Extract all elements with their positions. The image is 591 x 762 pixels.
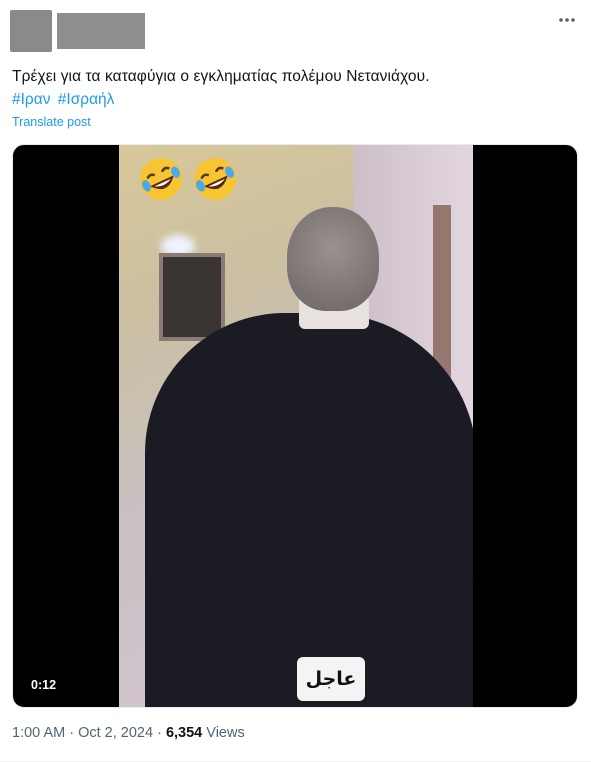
post-text: Τρέχει για τα καταφύγια ο εγκληματίας πο… [12,68,430,85]
caption-badge: عاجل [297,657,365,701]
views-count: 6,354 [165,725,203,741]
post-time[interactable]: 1:00 AM [12,725,65,741]
more-horizontal-icon [559,18,575,22]
rolling-on-floor-laughing-icon [140,158,182,200]
post-hashtags: #Ιραν #Ισραήλ [12,89,117,111]
post-meta: 1:00 AM · Oct 2, 2024 · 6,354 Views [12,725,245,741]
meta-separator: · [153,725,166,741]
author-name-redacted[interactable] [57,13,145,49]
video-player[interactable]: عاجل 0:12 [12,144,578,708]
video-duration: 0:12 [23,675,65,695]
more-options-button[interactable] [557,10,577,30]
rolling-on-floor-laughing-icon [194,158,236,200]
person-arm [405,529,473,707]
hallway-door [159,253,225,341]
emoji-row [137,155,239,203]
views-label: Views [202,725,245,741]
post-date[interactable]: Oct 2, 2024 [78,725,153,741]
hashtag-link[interactable]: #Ισραήλ [58,91,115,108]
hashtag-link[interactable]: #Ιραν [12,91,50,108]
person-head [287,207,379,311]
meta-separator: · [65,725,79,741]
video-frame: عاجل [119,145,473,707]
translate-post-link[interactable]: Translate post [12,115,91,129]
author-avatar[interactable] [10,10,52,52]
person-body [145,313,473,707]
